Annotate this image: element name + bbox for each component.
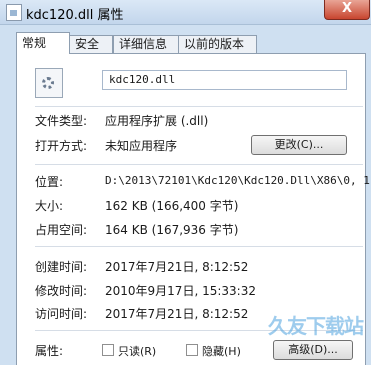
size-on-disk-value: 164 KB (167,936 字节) <box>105 223 239 237</box>
size-on-disk-label: 占用空间: <box>35 223 88 237</box>
change-button[interactable]: 更改(C)... <box>251 135 347 155</box>
tab-previous-versions[interactable]: 以前的版本 <box>178 35 257 53</box>
filename-field[interactable]: kdc120.dll <box>102 70 347 90</box>
opens-with-label: 打开方式: <box>35 139 88 153</box>
attributes-label: 属性: <box>35 344 64 358</box>
created-value: 2017年7月21日, 8:12:52 <box>105 260 249 274</box>
modified-label: 修改时间: <box>35 284 88 298</box>
accessed-value: 2017年7月21日, 8:12:52 <box>105 307 249 321</box>
divider <box>35 106 363 107</box>
modified-value: 2010年9月17日, 15:33:32 <box>105 284 256 298</box>
tab-general[interactable]: 常规 <box>16 32 70 54</box>
opens-with-value: 未知应用程序 <box>105 139 178 153</box>
size-value: 162 KB (166,400 字节) <box>105 199 239 213</box>
tab-details[interactable]: 详细信息 <box>113 35 180 53</box>
divider <box>35 164 363 165</box>
file-type-value: 应用程序扩展 (.dll) <box>105 114 209 128</box>
size-label: 大小: <box>35 199 64 213</box>
location-label: 位置: <box>35 175 64 189</box>
advanced-button[interactable]: 高级(D)... <box>273 340 353 360</box>
hidden-checkbox[interactable] <box>186 344 198 356</box>
readonly-label: 只读(R) <box>118 345 157 358</box>
close-button[interactable]: X <box>324 0 370 20</box>
created-label: 创建时间: <box>35 260 88 274</box>
dll-gear-icon <box>35 68 63 98</box>
tab-security[interactable]: 安全 <box>69 35 113 53</box>
watermark-logo: 久友下载站 <box>268 314 364 338</box>
accessed-label: 访问时间: <box>35 307 88 321</box>
window-title: kdc120.dll 属性 <box>26 8 124 23</box>
location-value: D:\2013\72101\Kdc120\Kdc120.Dll\X86\0, 1… <box>105 174 371 187</box>
divider <box>35 246 363 247</box>
dll-file-icon <box>6 4 22 21</box>
hidden-label: 隐藏(H) <box>202 345 241 358</box>
title-bar: kdc120.dll 属性 X <box>0 0 371 25</box>
file-type-label: 文件类型: <box>35 114 88 128</box>
readonly-checkbox[interactable] <box>102 344 114 356</box>
